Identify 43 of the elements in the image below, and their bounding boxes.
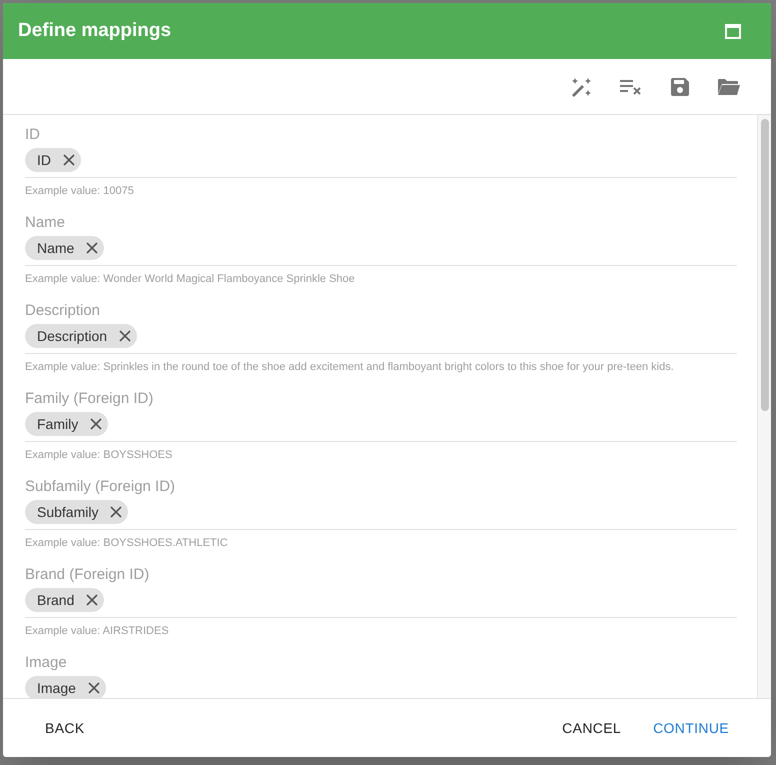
close-icon[interactable] — [90, 418, 102, 430]
mapping-chip[interactable]: Description — [25, 324, 138, 348]
close-icon[interactable] — [88, 682, 100, 694]
example-value: Example value: Wonder World Magical Flamboyance Sprinkle Shoe — [25, 272, 356, 287]
field-label: Name — [25, 213, 66, 233]
mapping-chip[interactable]: Brand — [25, 588, 104, 612]
cancel-button[interactable]: CANCEL — [546, 710, 638, 746]
example-value: Example value: 10075 — [25, 184, 135, 199]
field-label: ID — [25, 125, 41, 145]
maximize-icon[interactable] — [725, 24, 741, 38]
mapping-chip[interactable]: Name — [25, 236, 104, 260]
continue-button[interactable]: CONTINUE — [637, 710, 745, 746]
field-label: Image — [25, 653, 68, 673]
mapping-chip[interactable]: ID — [25, 148, 81, 172]
field-label: Brand (Foreign ID) — [25, 565, 150, 585]
clear-list-icon[interactable] — [620, 78, 642, 94]
close-icon[interactable] — [86, 242, 98, 254]
close-icon[interactable] — [110, 506, 122, 518]
close-icon[interactable] — [119, 330, 132, 342]
mapping-chip[interactable]: Image — [25, 676, 106, 698]
close-icon[interactable] — [86, 594, 98, 606]
field-label: Description — [25, 301, 102, 321]
close-icon[interactable] — [63, 154, 75, 166]
mapping-field[interactable]: Family — [25, 409, 737, 442]
dialog-title: Define mappings — [18, 18, 172, 43]
mapping-field[interactable]: ID — [25, 145, 737, 178]
field-label: Subfamily (Foreign ID) — [25, 477, 176, 497]
example-value: Example value: BOYSSHOES.ATHLETIC — [25, 536, 229, 551]
field-label: Family (Foreign ID) — [25, 389, 154, 409]
example-value: Example value: AIRSTRIDES — [25, 624, 170, 639]
mapping-field[interactable]: Subfamily — [25, 497, 737, 530]
folder-icon[interactable] — [718, 78, 740, 94]
mapping-field[interactable]: Image — [25, 673, 737, 698]
mapping-chip[interactable]: Family — [25, 412, 108, 436]
mapping-field[interactable]: Name — [25, 233, 737, 266]
example-value: Example value: Sprinkles in the round toe of the shoe add excitement and flamboyant bright colors to this shoe for your pre-teen kids. — [25, 360, 675, 375]
save-icon[interactable] — [671, 78, 689, 96]
mapping-field[interactable]: Description — [25, 321, 737, 354]
example-value: Example value: BOYSSHOES — [25, 448, 174, 463]
mapping-field[interactable]: Brand — [25, 585, 737, 618]
mapping-chip[interactable]: Subfamily — [25, 500, 128, 524]
back-button[interactable]: BACK — [29, 710, 101, 746]
scrollbar-thumb[interactable] — [760, 119, 768, 411]
